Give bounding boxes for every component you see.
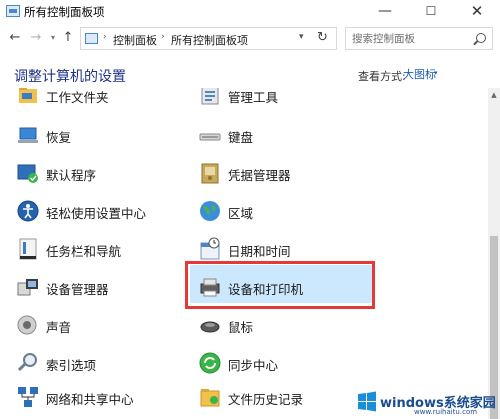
item-default-programs[interactable]: 默认程序: [16, 159, 176, 191]
minimize-button[interactable]: —: [362, 0, 408, 24]
address-dropdown-icon[interactable]: ▾: [299, 32, 304, 42]
refresh-icon[interactable]: ↻: [317, 30, 328, 45]
network-icon: [18, 387, 38, 407]
chevron-down-icon[interactable]: ▾: [434, 69, 438, 77]
device-manager-icon: [17, 279, 38, 296]
item-indexing-options[interactable]: 索引选项: [16, 349, 176, 381]
item-keyboard[interactable]: 键盘: [198, 121, 358, 153]
search-input[interactable]: [346, 28, 472, 49]
control-panel-icon: [6, 5, 20, 17]
item-label: 文件历史记录: [228, 392, 304, 407]
item-file-history[interactable]: 文件历史记录: [198, 383, 358, 415]
item-devices-printers[interactable]: 设备和打印机: [198, 273, 358, 305]
admin-tools-icon: [201, 88, 219, 105]
view-by-dropdown[interactable]: 大图标: [403, 66, 436, 82]
search-icon[interactable]: [476, 33, 486, 43]
view-by-label: 查看方式:: [358, 70, 406, 83]
item-label: 任务栏和导航: [46, 244, 122, 259]
item-sync-center[interactable]: 同步中心: [198, 349, 358, 381]
sound-icon: [17, 315, 37, 335]
scroll-up-icon[interactable]: ▲: [488, 88, 500, 102]
breadcrumb-separator[interactable]: ›: [103, 32, 107, 42]
item-taskbar-navigation[interactable]: 任务栏和导航: [16, 235, 176, 267]
item-label: 管理工具: [228, 90, 279, 105]
item-label: 默认程序: [46, 168, 97, 183]
watermark-url: www.ruihaitu.com: [414, 408, 478, 416]
region-globe-icon: [200, 201, 220, 221]
item-date-time[interactable]: 日期和时间: [198, 235, 358, 267]
item-ease-of-access[interactable]: 轻松使用设置中心: [16, 197, 186, 229]
item-admin-tools[interactable]: 管理工具: [198, 88, 358, 113]
item-label: 鼠标: [228, 320, 254, 335]
breadcrumb-separator[interactable]: ›: [161, 32, 165, 42]
item-label: 轻松使用设置中心: [46, 206, 147, 221]
item-label: 日期和时间: [228, 244, 291, 259]
date-time-icon: [200, 237, 220, 260]
item-label: 设备和打印机: [228, 282, 304, 297]
ease-of-access-icon: [17, 200, 39, 222]
address-bar[interactable]: › 控制面板 › 所有控制面板项 ▾ ↻: [80, 27, 337, 50]
items-grid: 工作文件夹 管理工具 恢复 键盘 默认程序 凭据管理器 轻松使用设置中心 区域 …: [0, 88, 487, 419]
sync-center-icon: [199, 352, 221, 374]
window-title: 所有控制面板项: [24, 5, 105, 19]
item-label: 恢复: [46, 130, 72, 145]
breadcrumb-all-items[interactable]: 所有控制面板项: [171, 32, 248, 48]
item-label: 声音: [46, 320, 72, 335]
up-button[interactable]: ↑: [60, 29, 76, 47]
forward-button[interactable]: →: [28, 29, 44, 47]
item-label: 设备管理器: [46, 282, 109, 297]
taskbar-icon: [19, 238, 37, 260]
indexing-icon: [17, 353, 37, 372]
item-label: 网络和共享中心: [46, 392, 134, 407]
default-programs-icon: [17, 164, 38, 183]
breadcrumb-control-panel[interactable]: 控制面板: [113, 32, 157, 48]
windows-logo-icon: [358, 391, 376, 412]
credential-manager-icon: [201, 163, 219, 184]
printer-icon: [200, 278, 220, 297]
mouse-icon: [200, 321, 220, 333]
back-button[interactable]: ←: [7, 29, 23, 47]
recovery-icon: [18, 127, 38, 143]
item-region[interactable]: 区域: [198, 197, 358, 229]
file-history-icon: [200, 389, 220, 407]
item-credential-manager[interactable]: 凭据管理器: [198, 159, 358, 191]
item-label: 键盘: [228, 130, 254, 145]
page-title: 调整计算机的设置: [14, 69, 126, 85]
item-recovery[interactable]: 恢复: [16, 121, 176, 153]
search-box[interactable]: [345, 27, 493, 50]
close-button[interactable]: ✕: [454, 0, 500, 24]
item-label: 索引选项: [46, 358, 97, 373]
item-mouse[interactable]: 鼠标: [198, 311, 358, 343]
watermark: windows系统家园 www.ruihaitu.com: [356, 388, 496, 418]
item-label: 工作文件夹: [46, 90, 109, 105]
maximize-button[interactable]: ☐: [408, 0, 454, 24]
item-work-folders[interactable]: 工作文件夹: [16, 88, 176, 113]
item-label: 区域: [228, 206, 254, 221]
item-label: 同步中心: [228, 358, 279, 373]
address-row: ← → ▾ ↑ › 控制面板 › 所有控制面板项 ▾ ↻: [0, 24, 500, 52]
item-network-sharing[interactable]: 网络和共享中心: [16, 383, 176, 415]
keyboard-icon: [199, 133, 221, 141]
item-label: 凭据管理器: [228, 168, 291, 183]
vertical-scrollbar[interactable]: ▲: [488, 88, 500, 419]
work-folders-icon: [19, 88, 37, 103]
item-device-manager[interactable]: 设备管理器: [16, 273, 176, 305]
title-bar: 所有控制面板项 — ☐ ✕: [0, 0, 500, 24]
recent-locations-button[interactable]: ▾: [45, 29, 61, 47]
control-panel-icon: [85, 33, 98, 44]
item-sound[interactable]: 声音: [16, 311, 176, 343]
